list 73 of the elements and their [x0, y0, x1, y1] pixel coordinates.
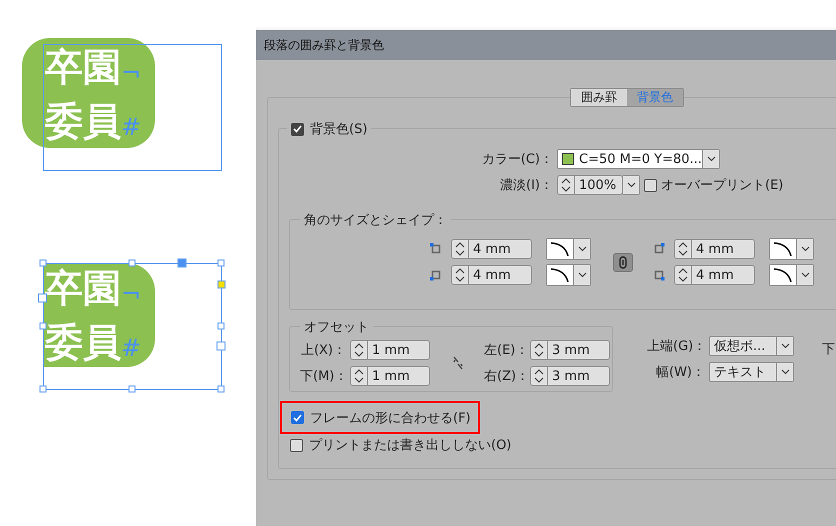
chevron-down-icon	[706, 156, 716, 162]
corner-icon	[653, 269, 665, 281]
stepper-icon[interactable]	[534, 369, 544, 383]
checkbox[interactable]	[644, 178, 657, 192]
corner-icon	[430, 269, 442, 281]
checkbox[interactable]	[291, 411, 304, 424]
checkbox-label: プリントまたは書き出ししない(O)	[309, 437, 512, 454]
chevron-down-icon	[800, 246, 810, 252]
checkbox-label: オーバープリント(E)	[661, 177, 784, 194]
stepper-icon[interactable]	[678, 242, 688, 256]
stepper-icon[interactable]	[455, 242, 465, 256]
corner-shape-dropdown[interactable]	[546, 264, 591, 286]
number-spinner-field[interactable]: 1 mm	[350, 340, 430, 360]
hidden-character: ¬	[121, 58, 142, 88]
corner-arc-icon	[773, 267, 793, 283]
window-title: 段落の囲み罫と背景色	[256, 30, 836, 60]
checkbox-label: フレームの形に合わせる(F)	[310, 410, 471, 426]
chevron-down-icon	[780, 369, 790, 375]
frame-text: 委員	[45, 100, 121, 145]
number-spinner-field[interactable]: 100%	[557, 175, 623, 195]
number-spinner-field[interactable]: 4 mm	[451, 265, 532, 285]
stepper-icon[interactable]	[354, 369, 364, 383]
corner-icon	[653, 243, 665, 255]
stepper-icon[interactable]	[678, 268, 688, 282]
chevron-down-icon	[780, 343, 790, 349]
dropdown[interactable]: C=50 M=0 Y=80...	[557, 149, 720, 169]
number-spinner-field[interactable]: 3 mm	[530, 366, 610, 386]
corner-arc-icon	[550, 267, 570, 283]
dropdown[interactable]: 仮想ボ...	[709, 336, 794, 356]
stepper-icon[interactable]	[455, 268, 465, 282]
number-spinner-field[interactable]: 4 mm	[674, 265, 755, 285]
number-spinner-field[interactable]: 4 mm	[674, 239, 755, 259]
field-label: 濃淡(I)：	[499, 177, 553, 194]
hidden-character: #	[121, 333, 142, 363]
corner-icon	[430, 243, 442, 255]
chevron-down-icon	[626, 182, 636, 188]
corner-shape-dropdown[interactable]	[769, 264, 814, 286]
frame-text: 卒園	[45, 46, 121, 91]
chevron-down-icon	[578, 246, 586, 252]
group-title: 角のサイズとシェイプ：	[304, 212, 447, 229]
chevron-down-icon	[800, 272, 810, 278]
field-label: 幅(W)：	[655, 364, 705, 381]
frame-text: 卒園	[45, 267, 121, 312]
hidden-character: ¬	[121, 279, 142, 309]
field-label: 上(X)：	[300, 342, 346, 359]
field-label: 下	[822, 341, 835, 359]
stepper-icon[interactable]	[534, 343, 544, 357]
number-spinner-field[interactable]: 3 mm	[530, 340, 610, 360]
checkbox-label: 背景色(S)	[310, 121, 368, 138]
corner-shape-dropdown[interactable]	[546, 238, 591, 260]
checkbox[interactable]	[291, 122, 304, 136]
stepper-icon[interactable]	[354, 343, 364, 357]
field-label: 右(Z)：	[484, 368, 526, 385]
field-label: 下(M)：	[300, 368, 346, 385]
dropdown[interactable]: テキスト	[709, 362, 794, 382]
chain-link-icon	[619, 256, 627, 268]
link-button[interactable]	[613, 252, 633, 272]
field-label: 上端(G)：	[647, 338, 705, 355]
chevron-down-icon	[578, 272, 586, 278]
corner-shape-dropdown[interactable]	[769, 238, 814, 260]
hidden-character: #	[121, 112, 142, 142]
corner-arc-icon	[773, 241, 793, 257]
corner-arc-icon	[550, 241, 570, 257]
color-swatch	[562, 153, 574, 165]
stepper-icon[interactable]	[561, 178, 571, 192]
field-label: カラー(C)：	[480, 151, 553, 168]
frame-text: 委員	[45, 321, 121, 366]
number-spinner-field[interactable]: 1 mm	[350, 366, 430, 386]
tab[interactable]: 囲み罫	[571, 89, 627, 106]
checkbox[interactable]	[290, 438, 303, 452]
field-label: 左(E)：	[484, 342, 526, 359]
number-spinner-field[interactable]: 4 mm	[451, 239, 532, 259]
group-title: オフセット	[304, 319, 369, 336]
